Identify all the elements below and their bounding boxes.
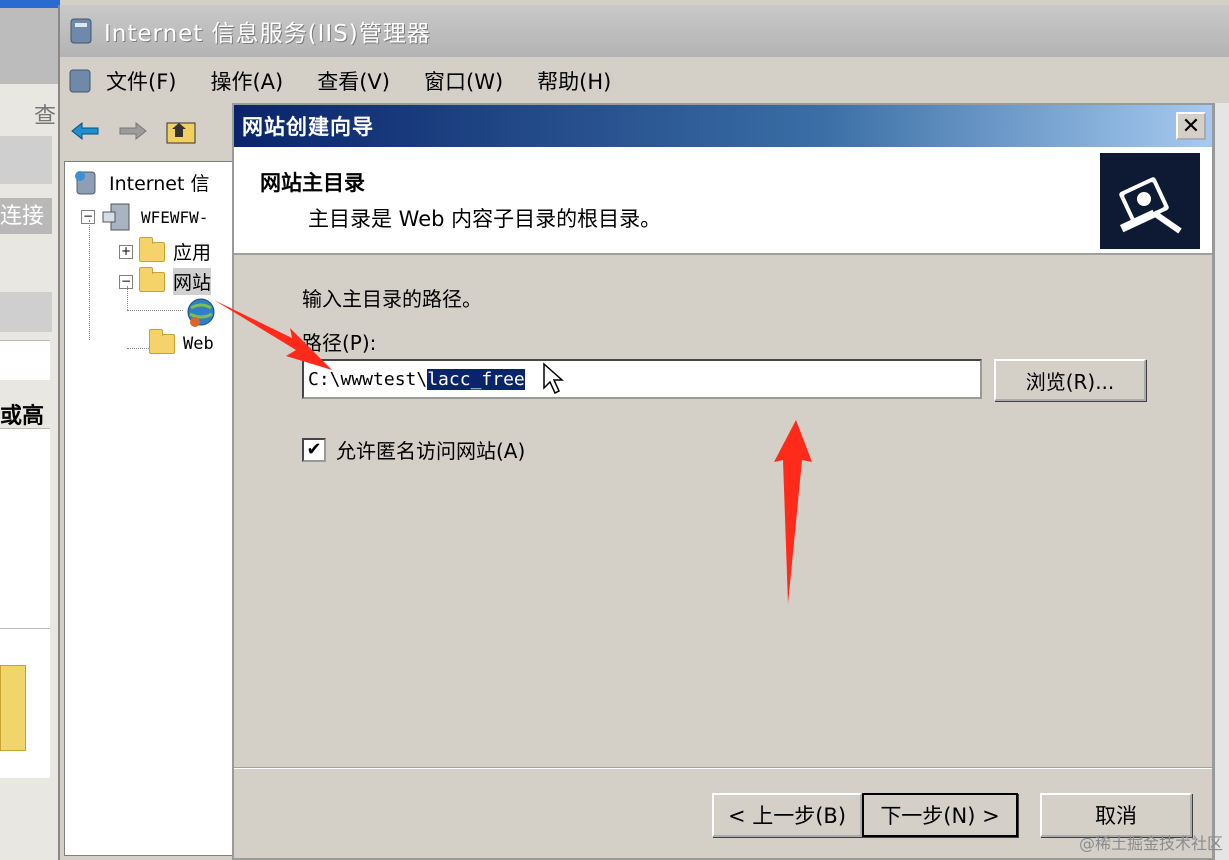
tree-node-label: Web [183,334,214,354]
tree-root[interactable]: Internet 信 [71,168,209,196]
background-label-advanced: 或高 [0,404,45,429]
checkmark-icon: ✔ [306,439,322,460]
menu-action[interactable]: 操作(A) [210,66,283,96]
folder-icon [149,329,175,354]
tree-line [127,310,183,311]
iis-root-icon [75,171,96,195]
back-step-button[interactable]: < 上一步(B) [712,793,862,837]
tree-node-webext[interactable]: Web [149,329,214,354]
forward-arrow-icon [119,121,147,141]
watermark: @稀土掘金技术社区 [1078,834,1223,853]
anonymous-access-checkbox[interactable]: ✔ [302,437,326,462]
menu-help[interactable]: 帮助(H) [537,66,611,96]
folder-icon [139,266,165,292]
header-subtitle: 主目录是 Web 内容子目录的根目录。 [308,207,662,231]
background-right-edge [1214,103,1229,860]
book-globe-icon [1119,177,1182,234]
background-label-connect: 连接 [0,204,45,229]
path-label: 路径(P): [302,331,377,355]
server-icon [102,203,130,231]
globe-site-icon [187,298,215,327]
menu-bar: 文件(F) 操作(A) 查看(V) 窗口(W) 帮助(H) [60,57,1229,105]
collapse-icon[interactable]: − [119,274,133,289]
up-folder-icon [166,122,196,144]
mouse-cursor-icon [543,362,564,395]
background-toolbar [0,136,52,184]
website-creation-wizard: 网站创建向导 ✕ 网站主目录 主目录是 Web 内容子目录的根目录。 输入主目录… [232,103,1214,860]
close-button[interactable]: ✕ [1176,112,1206,140]
tree-node-label: 网站 [173,268,212,295]
menu-app-icon[interactable] [66,66,94,96]
wizard-icon [1100,153,1200,249]
background-connect-bar: 连接 [0,198,52,234]
back-arrow-icon [71,121,99,141]
background-titlebar [0,8,60,84]
menu-view[interactable]: 查看(V) [317,66,390,96]
background-label-search: 查 [34,104,57,129]
iis-app-icon [70,18,92,44]
tree-node-websites[interactable]: − 网站 [119,266,212,295]
path-input[interactable]: C:\wwwtest\ lacc_free [302,359,982,399]
background-card-1 [0,428,50,628]
folder-icon [139,236,165,262]
tree-line [89,220,90,340]
anonymous-access-label: 允许匿名访问网站(A) [336,439,526,463]
up-folder-button[interactable] [164,114,198,148]
browse-button[interactable]: 浏览(R)... [994,359,1146,401]
dialog-body: 输入主目录的路径。 路径(P): C:\wwwtest\ lacc_free 浏览… [234,255,1212,760]
collapse-icon[interactable]: − [81,210,95,224]
tree-root-label: Internet 信 [109,172,210,195]
dialog-header: 网站主目录 主目录是 Web 内容子目录的根目录。 [234,147,1212,255]
close-icon: ✕ [1181,113,1201,139]
back-button[interactable] [68,114,102,148]
background-dropdown [0,292,52,332]
anonymous-access-row[interactable]: ✔ 允许匿名访问网站(A) [302,435,525,464]
tree-server-label: WFEWFW- [141,207,209,227]
tree-node-label: 应用 [173,242,212,264]
background-globe-tile [0,340,50,380]
dialog-titlebar: 网站创建向导 ✕ [234,105,1212,147]
header-title: 网站主目录 [260,171,365,195]
window-title: Internet 信息服务(IIS)管理器 [104,21,431,47]
background-card-2 [0,628,50,778]
path-input-selection: lacc_free [427,368,525,390]
background-titlebar-edge [0,0,60,8]
tree-line [127,286,128,310]
tree-view: Internet 信 − WFEWFW- + 应用 − 网站 Web [64,161,236,856]
expand-icon[interactable]: + [119,244,133,259]
tree-node-site[interactable] [185,296,217,328]
dialog-title: 网站创建向导 [242,115,374,139]
path-input-prefix: C:\wwwtest\ [308,368,428,390]
path-prompt: 输入主目录的路径。 [302,287,482,311]
button-divider [234,767,1212,769]
tree-node-apppools[interactable]: + 应用 [119,236,212,265]
window-titlebar: Internet 信息服务(IIS)管理器 [60,5,1229,57]
menu-window[interactable]: 窗口(W) [424,66,503,96]
next-step-button[interactable]: 下一步(N) > [862,793,1018,837]
tree-line [127,348,151,349]
background-window: 查 连接 或高 [0,0,60,860]
menu-file[interactable]: 文件(F) [106,66,176,96]
scroll-icon [0,665,26,751]
tree-server[interactable]: − WFEWFW- [81,202,208,232]
forward-button[interactable] [116,114,150,148]
